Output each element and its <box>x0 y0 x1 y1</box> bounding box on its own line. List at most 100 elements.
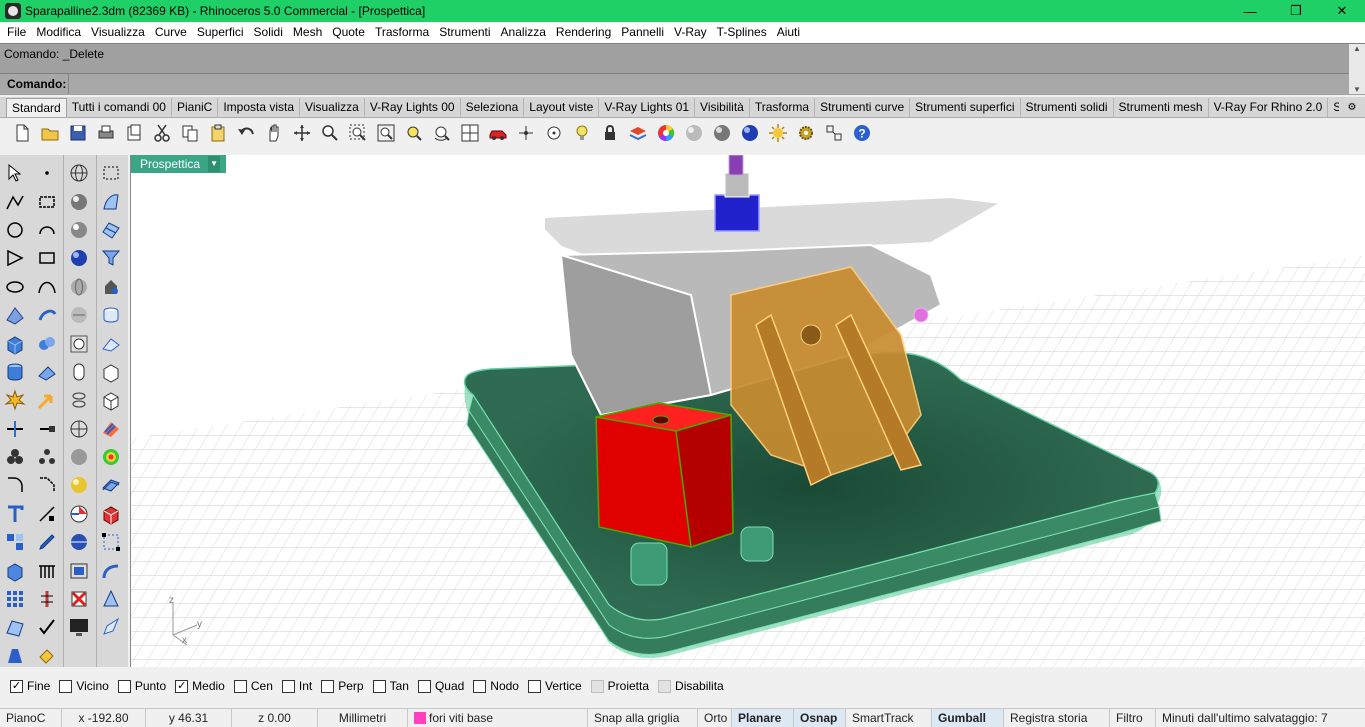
split-icon[interactable] <box>32 415 62 443</box>
tab-seleziona[interactable]: Seleziona <box>460 98 525 117</box>
status-filter[interactable]: Filtro <box>1110 708 1156 727</box>
render-box-icon[interactable] <box>96 500 126 528</box>
rotate-view-icon[interactable] <box>288 120 316 146</box>
tab-pianic[interactable]: PianiC <box>171 98 219 117</box>
status-planar[interactable]: Planare <box>732 708 794 727</box>
sun-icon[interactable] <box>764 120 792 146</box>
solid-box-icon[interactable] <box>0 556 30 584</box>
scroll-down-icon[interactable]: ▼ <box>1353 85 1361 94</box>
rectangle-corner-icon[interactable] <box>32 244 62 272</box>
viewport-tab[interactable]: Prospettica ▼ <box>131 155 227 173</box>
gear-icon[interactable] <box>792 120 820 146</box>
arc-icon[interactable] <box>32 216 62 244</box>
gray-sphere-icon[interactable] <box>64 443 94 471</box>
lasso-icon[interactable] <box>96 159 126 187</box>
status-gumball[interactable]: Gumball <box>932 708 1004 727</box>
viewport-icon[interactable] <box>64 556 94 584</box>
scroll-up-icon[interactable]: ▲ <box>1353 44 1361 53</box>
block-icon[interactable] <box>0 528 30 556</box>
checkbox-vertice[interactable] <box>527 679 541 693</box>
osnap-nodo[interactable]: Nodo <box>473 679 519 693</box>
color-wheel-icon[interactable] <box>652 120 680 146</box>
cylinder-icon[interactable] <box>0 358 30 386</box>
tab-imposta-vista[interactable]: Imposta vista <box>218 98 301 117</box>
technical-sphere-icon[interactable] <box>64 329 94 357</box>
render-sphere-icon[interactable] <box>736 120 764 146</box>
checkbox-tan[interactable] <box>372 679 386 693</box>
menu-solidi[interactable]: Solidi <box>249 22 288 43</box>
perspective-viewport[interactable]: z y x Prospettica ▼ <box>130 155 1365 667</box>
box-solid-icon[interactable] <box>96 386 126 414</box>
xray-sphere-icon[interactable] <box>64 301 94 329</box>
status-cplane[interactable]: PianoC <box>0 708 62 727</box>
status-smarttrack[interactable]: SmartTrack <box>846 708 932 727</box>
checkbox-punto[interactable] <box>117 679 131 693</box>
tab-strumenti-mesh[interactable]: Strumenti mesh <box>1113 98 1209 117</box>
tab-strumenti-solidi[interactable]: Strumenti solidi <box>1020 98 1114 117</box>
extrude-icon[interactable] <box>96 273 126 301</box>
osnap-proietta[interactable]: Proietta <box>590 679 649 693</box>
transform-icon[interactable] <box>820 120 848 146</box>
tab-strumenti-curve[interactable]: Strumenti curve <box>815 98 911 117</box>
osnap-vertice[interactable]: Vertice <box>527 679 582 693</box>
tab-trasforma[interactable]: Trasforma <box>749 98 816 117</box>
select-arrow-icon[interactable] <box>0 159 30 187</box>
slab-icon[interactable] <box>96 471 126 499</box>
revolve-icon[interactable] <box>32 301 62 329</box>
model-scene[interactable]: z y x <box>131 155 1365 667</box>
box-icon[interactable] <box>0 329 30 357</box>
boolean-icon[interactable] <box>32 358 62 386</box>
tab-strumenti-superfici[interactable]: Strumenti superfici <box>910 98 1021 117</box>
chamfer-icon[interactable] <box>32 471 62 499</box>
box-wire-icon[interactable] <box>96 358 126 386</box>
paste-icon[interactable] <box>204 120 232 146</box>
viewport-layout-icon[interactable] <box>456 120 484 146</box>
menu-aiuti[interactable]: Aiuti <box>772 22 805 43</box>
zoom-window-icon[interactable] <box>344 120 372 146</box>
group-icon[interactable] <box>0 443 30 471</box>
pipe-icon[interactable] <box>32 585 62 613</box>
status-units[interactable]: Millimetri <box>318 708 408 727</box>
checkbox-proietta[interactable] <box>590 679 604 693</box>
tab-vray-lights-00[interactable]: V-Ray Lights 00 <box>364 98 461 117</box>
tab-tutti-i-comandi[interactable]: Tutti i comandi 00 <box>66 98 172 117</box>
tab-vray-lights-01[interactable]: V-Ray Lights 01 <box>599 98 696 117</box>
tab-vray-for-rhino[interactable]: V-Ray For Rhino 2.0 <box>1208 98 1329 117</box>
stack-icon[interactable] <box>64 386 94 414</box>
checkbox-cen[interactable] <box>233 679 247 693</box>
edge-icon[interactable] <box>96 329 126 357</box>
save-icon[interactable] <box>64 120 92 146</box>
copy-icon[interactable] <box>176 120 204 146</box>
fillet-icon[interactable] <box>0 471 30 499</box>
comb-icon[interactable] <box>32 556 62 584</box>
zoom-selected-icon[interactable] <box>400 120 428 146</box>
rectangle-icon[interactable] <box>32 187 62 215</box>
viewport-menu-dropdown-icon[interactable]: ▼ <box>208 156 221 172</box>
checkbox-fine[interactable]: ✓ <box>10 679 23 693</box>
sweep-icon[interactable] <box>96 216 126 244</box>
loft-icon[interactable] <box>96 187 126 215</box>
mesh-icon[interactable] <box>0 613 30 641</box>
command-history-scrollbar[interactable]: ▲ ▼ <box>1349 44 1365 94</box>
checkbox-perp[interactable] <box>321 679 335 693</box>
rendered-sphere-icon[interactable] <box>64 216 94 244</box>
new-file-icon[interactable] <box>8 120 36 146</box>
gold-sphere-icon[interactable] <box>64 471 94 499</box>
osnap-disabilita[interactable]: Disabilita <box>658 679 724 693</box>
menu-rendering[interactable]: Rendering <box>551 22 616 43</box>
status-layer[interactable]: fori viti base <box>408 708 588 727</box>
layer-icon[interactable] <box>624 120 652 146</box>
status-osnap[interactable]: Osnap <box>794 708 846 727</box>
polyline-icon[interactable] <box>0 187 30 215</box>
undo-icon[interactable] <box>232 120 260 146</box>
dimension-icon[interactable] <box>32 500 62 528</box>
menu-strumenti[interactable]: Strumenti <box>434 22 495 43</box>
pencil-curve-icon[interactable] <box>96 613 126 641</box>
lock-icon[interactable] <box>596 120 624 146</box>
array-icon[interactable] <box>0 585 30 613</box>
zoom-icon[interactable] <box>316 120 344 146</box>
checkbox-nodo[interactable] <box>473 679 487 693</box>
tab-layout-viste[interactable]: Layout viste <box>524 98 600 117</box>
osnap-punto[interactable]: Punto <box>117 679 166 693</box>
paint-bucket-icon[interactable] <box>32 642 62 670</box>
